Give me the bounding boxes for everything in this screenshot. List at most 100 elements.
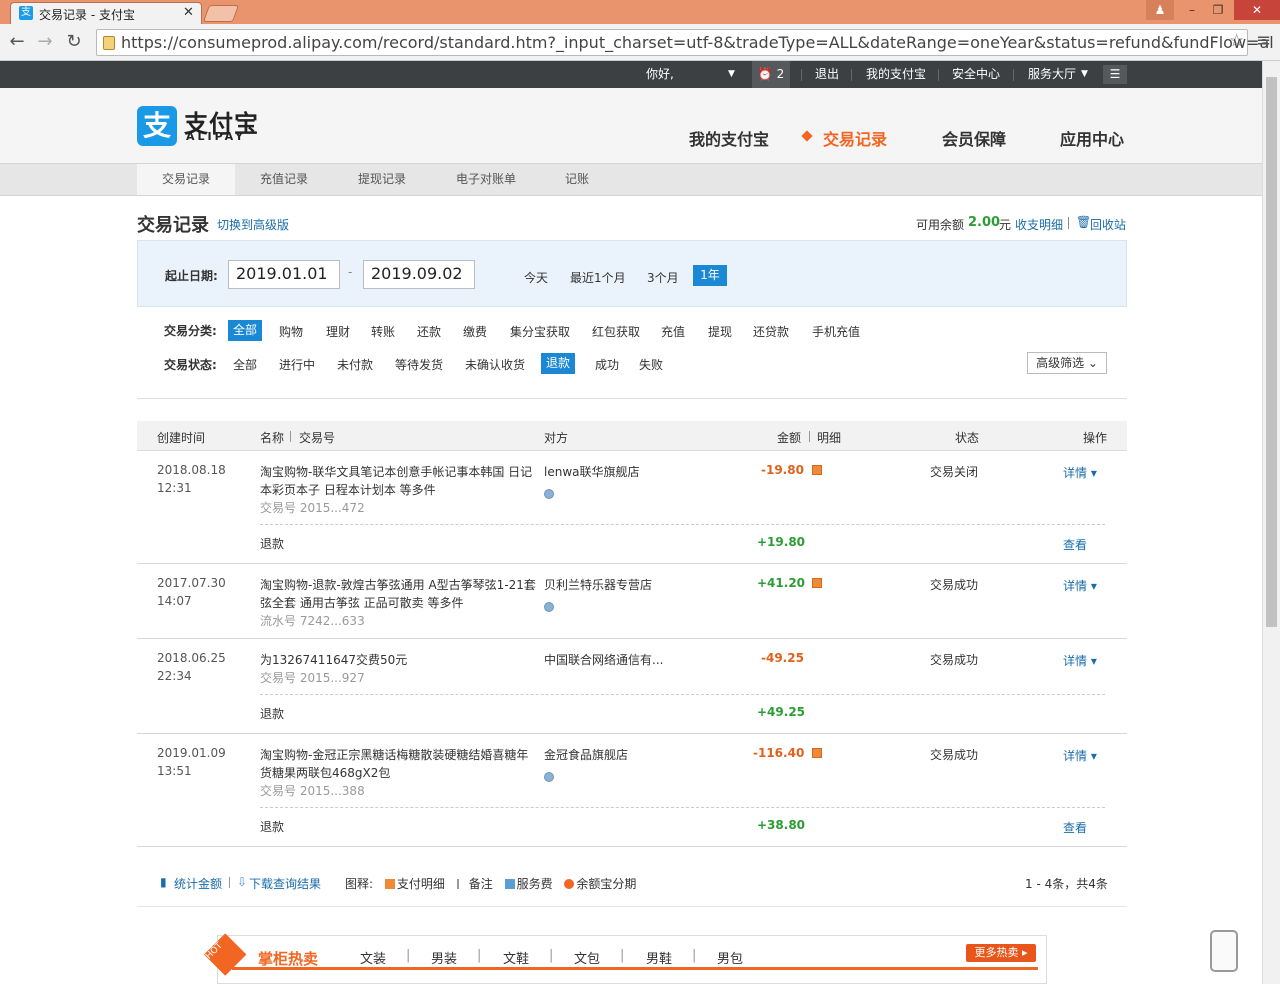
quick-1year[interactable]: 1年 [693, 265, 727, 286]
url-text[interactable]: https://consumeprod.alipay.com/record/st… [121, 33, 1274, 52]
security-center-link[interactable]: 安全中心 [952, 61, 1000, 88]
scrollbar[interactable] [1262, 61, 1280, 984]
status-unpaid[interactable]: 未付款 [337, 356, 373, 373]
payment-detail-icon[interactable] [812, 578, 822, 588]
peer-contact-icon[interactable] [544, 602, 554, 612]
service-hall-link[interactable]: 服务大厅 [1028, 61, 1076, 88]
peer-contact-icon[interactable] [544, 772, 554, 782]
menu-icon[interactable]: ≡ [1256, 30, 1271, 51]
payment-detail-icon[interactable] [812, 465, 822, 475]
row-detail-link[interactable]: 详情 ▾ [1063, 464, 1097, 481]
category-repay[interactable]: 还款 [417, 323, 441, 340]
nav-my-alipay[interactable]: 我的支付宝 [689, 126, 769, 150]
row-detail-link[interactable]: 详情 ▾ [1063, 577, 1097, 594]
alipay-logo-icon[interactable]: 支 [137, 106, 177, 146]
status-unconfirmed[interactable]: 未确认收货 [465, 356, 525, 373]
category-transfer[interactable]: 转账 [371, 323, 395, 340]
category-fees[interactable]: 缴费 [463, 323, 487, 340]
forward-icon[interactable]: → [34, 30, 56, 54]
banner-cat[interactable]: 文装 [360, 948, 386, 967]
user-dropdown-icon[interactable]: ▼ [728, 61, 735, 88]
nav-trade-records[interactable]: 交易记录 [823, 126, 887, 150]
category-redpacket[interactable]: 红包获取 [592, 323, 640, 340]
row-name-line2[interactable]: 本彩页本子 日程本计划本 等多件 [260, 481, 436, 498]
back-icon[interactable]: ← [6, 30, 28, 54]
star-icon[interactable]: ☆ [1229, 31, 1244, 51]
payment-detail-icon [384, 879, 395, 889]
more-hot-button[interactable]: 更多热卖 ▸ [966, 944, 1036, 962]
restore-icon[interactable]: ❐ [1204, 0, 1232, 20]
alarm-button[interactable]: ⏰ 2 [752, 61, 790, 88]
payment-detail-icon[interactable] [812, 748, 822, 758]
banner-cat[interactable]: 文包 [574, 948, 600, 967]
nav-app-center[interactable]: 应用中心 [1060, 126, 1124, 150]
category-loan-repay[interactable]: 还贷款 [753, 323, 789, 340]
status-in-progress[interactable]: 进行中 [279, 356, 315, 373]
browser-tab[interactable]: 支 交易记录 - 支付宝 ✕ [10, 2, 202, 24]
scrollbar-thumb[interactable] [1266, 77, 1277, 627]
banner-cat[interactable]: 男鞋 [646, 948, 672, 967]
my-alipay-link[interactable]: 我的支付宝 [866, 61, 926, 88]
row-name[interactable]: 淘宝购物-金冠正宗黑糖话梅糖散装硬糖结婚喜糖年 [260, 746, 528, 763]
row-detail-link[interactable]: 详情 ▾ [1063, 652, 1097, 669]
browser-toolbar: ← → ↻ https://consumeprod.alipay.com/rec… [0, 24, 1280, 61]
phone-icon[interactable] [1210, 930, 1238, 972]
close-tab-icon[interactable]: ✕ [183, 5, 194, 20]
banner-cat[interactable]: 文鞋 [503, 948, 529, 967]
switch-advanced-link[interactable]: 切换到高级版 [217, 216, 289, 233]
subnav-statement[interactable]: 电子对账单 [440, 164, 532, 195]
minimize-icon[interactable]: – [1178, 0, 1206, 20]
status-failed[interactable]: 失败 [639, 356, 663, 373]
date-from-input[interactable]: 2019.01.01 [228, 260, 340, 289]
row-name-line2[interactable]: 货糖果两联包468gX2包 [260, 764, 390, 781]
lock-icon[interactable] [103, 36, 115, 50]
refund-view-link[interactable]: 查看 [1063, 536, 1087, 553]
category-withdraw[interactable]: 提现 [708, 323, 732, 340]
nav-member-protection[interactable]: 会员保障 [942, 126, 1006, 150]
balance-label: 可用余额 [916, 218, 965, 232]
row-name-line2[interactable]: 弦全套 通用古筝弦 正品可散卖 等多件 [260, 594, 463, 611]
row-name[interactable]: 淘宝购物-联华文具笔记本创意手帐记事本韩国 日记 [260, 463, 532, 480]
quick-1month[interactable]: 最近1个月 [570, 269, 626, 286]
close-icon[interactable]: ✕ [1234, 0, 1280, 20]
new-tab-button[interactable] [202, 5, 240, 22]
category-recharge[interactable]: 充值 [661, 323, 685, 340]
row-detail-link[interactable]: 详情 ▾ [1063, 747, 1097, 764]
banner-cat[interactable]: 男包 [717, 948, 743, 967]
status-awaiting-shipment[interactable]: 等待发货 [395, 356, 443, 373]
category-all[interactable]: 全部 [228, 320, 263, 341]
stat-amount-link[interactable]: 统计金额 [174, 875, 222, 892]
refund-view-link[interactable]: 查看 [1063, 819, 1087, 836]
subnav-trade-records[interactable]: 交易记录 [137, 164, 235, 195]
peer-contact-icon[interactable] [544, 489, 554, 499]
reload-icon[interactable]: ↻ [63, 30, 85, 54]
category-mobile-topup[interactable]: 手机充值 [812, 323, 860, 340]
advanced-filter-button[interactable]: 高级筛选 ⌄ [1027, 352, 1107, 374]
category-points[interactable]: 集分宝获取 [510, 323, 570, 340]
recycle-bin-link[interactable]: 回收站 [1090, 216, 1126, 233]
quick-today[interactable]: 今天 [524, 269, 548, 286]
status-refund[interactable]: 退款 [541, 353, 576, 374]
logout-link[interactable]: 退出 [815, 61, 839, 88]
category-shopping[interactable]: 购物 [279, 323, 303, 340]
address-bar[interactable]: https://consumeprod.alipay.com/record/st… [96, 29, 1274, 56]
subnav-recharge-records[interactable]: 充值记录 [238, 164, 330, 195]
service-dropdown-icon[interactable]: ▼ [1081, 61, 1088, 88]
date-to-input[interactable]: 2019.09.02 [363, 260, 475, 289]
balance-detail-link[interactable]: 收支明细 [1015, 216, 1063, 233]
status-all[interactable]: 全部 [233, 356, 257, 373]
subnav-bookkeeping[interactable]: 记账 [552, 164, 602, 195]
balance-value: 2.00 [968, 215, 1001, 230]
banner-cat[interactable]: 男装 [431, 948, 457, 967]
subnav-withdraw-records[interactable]: 提现记录 [336, 164, 428, 195]
status-success[interactable]: 成功 [595, 356, 619, 373]
list-icon[interactable]: ☰ [1103, 65, 1127, 84]
row-status: 交易成功 [930, 653, 979, 667]
quick-3months[interactable]: 3个月 [647, 269, 679, 286]
download-results-link[interactable]: 下载查询结果 [249, 875, 321, 892]
category-finance[interactable]: 理财 [326, 323, 350, 340]
user-icon[interactable]: ♟ [1146, 0, 1174, 20]
refund-amount: +19.80 [757, 535, 806, 549]
row-name[interactable]: 为13267411647交费50元 [260, 651, 407, 668]
row-name[interactable]: 淘宝购物-退款-敦煌古筝弦通用 A型古筝琴弦1-21套 [260, 576, 536, 593]
